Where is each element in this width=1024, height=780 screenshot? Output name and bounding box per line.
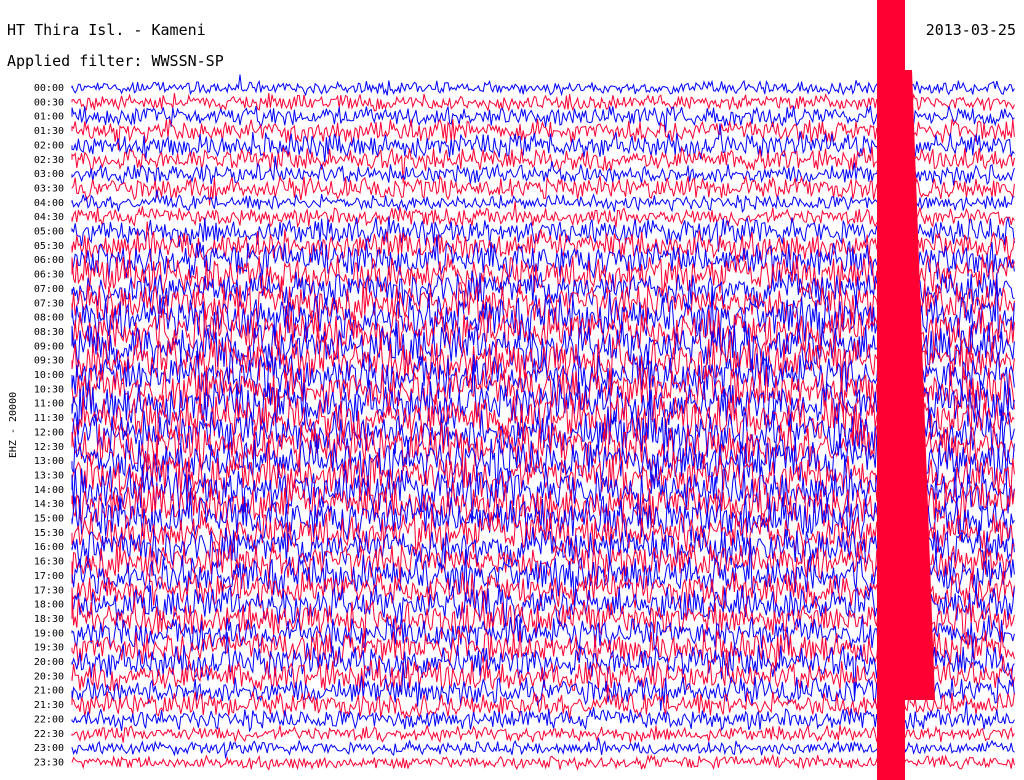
row-label: 08:30 <box>34 327 64 338</box>
row-label: 12:30 <box>34 442 64 453</box>
row-label: 07:30 <box>34 298 64 309</box>
row-label: 13:00 <box>34 456 64 467</box>
row-label: 23:30 <box>34 757 64 768</box>
row-label: 05:00 <box>34 227 64 238</box>
row-label: 18:30 <box>34 614 64 625</box>
row-label: 06:30 <box>34 270 64 281</box>
row-label: 02:00 <box>34 140 64 151</box>
row-label: 21:00 <box>34 686 64 697</box>
trace-line <box>71 175 1015 206</box>
trace-line <box>71 752 1015 771</box>
event-burst-column <box>877 0 905 780</box>
row-label: 09:30 <box>34 356 64 367</box>
row-label: 04:00 <box>34 198 64 209</box>
row-label: 00:00 <box>34 83 64 94</box>
row-label: 11:30 <box>34 413 64 424</box>
row-label: 08:00 <box>34 313 64 324</box>
row-label: 15:30 <box>34 528 64 539</box>
row-label: 14:30 <box>34 499 64 510</box>
row-label: 00:30 <box>34 97 64 108</box>
date-label: 2013-03-25 <box>926 21 1016 39</box>
row-label: 04:30 <box>34 212 64 223</box>
row-label: 10:00 <box>34 370 64 381</box>
row-label: 03:30 <box>34 183 64 194</box>
row-label: 05:30 <box>34 241 64 252</box>
trace-line <box>71 105 1015 133</box>
row-label: 19:30 <box>34 643 64 654</box>
trace-line <box>71 584 1015 626</box>
y-axis-label: EHZ - 20000 <box>8 392 19 458</box>
station-title: HT Thira Isl. - Kameni <box>7 21 206 39</box>
row-label: 12:00 <box>34 427 64 438</box>
row-label: 16:00 <box>34 542 64 553</box>
filter-label: Applied filter: WWSSN-SP <box>7 52 224 70</box>
row-label: 21:30 <box>34 700 64 711</box>
trace-line <box>71 74 1015 97</box>
row-label: 16:30 <box>34 557 64 568</box>
row-label: 06:00 <box>34 255 64 266</box>
row-label: 22:00 <box>34 714 64 725</box>
trace-line <box>71 737 1015 759</box>
row-label: 01:30 <box>34 126 64 137</box>
event-coda <box>905 70 935 700</box>
row-label: 07:00 <box>34 284 64 295</box>
row-label: 11:00 <box>34 399 64 410</box>
row-label: 17:30 <box>34 585 64 596</box>
row-label: 01:00 <box>34 112 64 123</box>
trace-area <box>71 74 1015 771</box>
row-label: 02:30 <box>34 155 64 166</box>
row-label: 23:00 <box>34 743 64 754</box>
row-label: 03:00 <box>34 169 64 180</box>
trace-line <box>71 92 1015 113</box>
helicorder-chart: HT Thira Isl. - Kameni 2013-03-25 Applie… <box>7 0 1016 780</box>
row-label: 20:30 <box>34 671 64 682</box>
row-label: 20:00 <box>34 657 64 668</box>
trace-line <box>71 724 1015 744</box>
row-label: 19:00 <box>34 628 64 639</box>
row-label: 22:30 <box>34 729 64 740</box>
row-labels: 00:00 00:30 01:00 01:30 02:00 02:30 03:00 03:30… <box>34 83 64 768</box>
row-label: 14:00 <box>34 485 64 496</box>
row-label: 17:00 <box>34 571 64 582</box>
row-label: 09:00 <box>34 341 64 352</box>
row-label: 15:00 <box>34 514 64 525</box>
row-label: 13:30 <box>34 470 64 481</box>
row-label: 18:00 <box>34 600 64 611</box>
row-label: 10:30 <box>34 384 64 395</box>
